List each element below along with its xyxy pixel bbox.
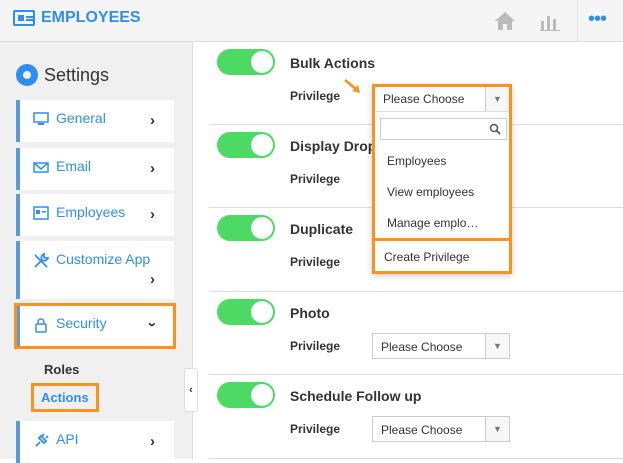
settings-heading: Settings (16, 64, 109, 86)
app-title: EMPLOYEES (13, 9, 141, 27)
row-title: Bulk Actions (290, 55, 376, 71)
sidebar-item-security[interactable]: Security › (14, 303, 176, 349)
chevron-right-icon: › (150, 206, 155, 223)
action-row-photo: Photo Privilege Please Choose ▼ (209, 292, 623, 375)
subitem-label: Actions (41, 390, 89, 405)
chevron-down-icon: › (144, 322, 161, 327)
monitor-icon (33, 112, 49, 125)
dropdown-search-input[interactable] (380, 118, 507, 140)
settings-title-text: Settings (44, 64, 110, 85)
sidebar-item-api[interactable]: API › (16, 421, 174, 463)
dropdown-option[interactable]: View employees (387, 185, 474, 199)
sidebar-item-label: Email (56, 158, 92, 174)
privilege-select[interactable]: Please Choose ▼ (372, 333, 510, 359)
sidebar-item-customize-app[interactable]: Customize App › (16, 241, 174, 299)
sidebar-item-label: API (56, 431, 79, 447)
collapse-sidebar-button[interactable]: ‹ (184, 368, 198, 412)
sidebar-item-email[interactable]: Email › (16, 148, 174, 190)
action-row-schedule-follow-up: Schedule Follow up Privilege Please Choo… (209, 375, 623, 459)
create-privilege-option[interactable]: Create Privilege (372, 238, 512, 274)
toggle-knob (251, 134, 273, 156)
chevron-right-icon: › (150, 271, 155, 288)
sidebar: Settings General › Email › Employees › C… (0, 42, 193, 463)
toggle-knob (251, 301, 273, 323)
home-icon[interactable] (490, 6, 520, 36)
toggle-knob (251, 217, 273, 239)
sidebar-item-label: Security (56, 315, 107, 331)
select-value: Please Choose (381, 423, 463, 437)
select-value: Please Choose (381, 340, 463, 354)
caret-down-icon: ▼ (485, 334, 509, 358)
privilege-label: Privilege (290, 172, 341, 186)
toggle-knob (251, 51, 273, 73)
privilege-label: Privilege (290, 255, 341, 269)
row-title: Schedule Follow up (290, 388, 422, 404)
bar-chart-icon[interactable] (535, 6, 565, 36)
subitem-label: Roles (44, 362, 80, 377)
search-icon (489, 123, 501, 135)
chevron-right-icon: › (150, 112, 155, 129)
row-title: Display Drop (290, 138, 377, 154)
app-title-text: EMPLOYEES (41, 9, 141, 26)
sidebar-item-label: Customize App (56, 251, 151, 267)
envelope-icon (33, 162, 49, 173)
chevron-right-icon: › (150, 160, 155, 177)
privilege-label: Privilege (290, 339, 341, 353)
sidebar-item-employees[interactable]: Employees › (16, 194, 174, 236)
sidebar-item-label: General (56, 110, 106, 126)
sidebar-item-label: Employees (56, 204, 126, 220)
row-title: Duplicate (290, 221, 354, 237)
toggle-switch[interactable] (217, 132, 275, 158)
plug-icon (35, 433, 49, 447)
top-bar: EMPLOYEES ••• (0, 0, 623, 42)
id-card-icon (33, 206, 49, 220)
privilege-select-open[interactable]: Please Choose ▼ (375, 87, 509, 112)
privilege-select[interactable]: Please Choose ▼ (372, 416, 510, 442)
select-value: Please Choose (383, 92, 465, 106)
privilege-label: Privilege (290, 89, 341, 103)
caret-down-icon: ▼ (485, 87, 509, 111)
privilege-dropdown: Please Choose ▼ Employees View employees… (372, 84, 512, 274)
sidebar-subitem-actions[interactable]: Actions (31, 383, 99, 412)
top-divider (577, 0, 578, 42)
create-privilege-label: Create Privilege (384, 250, 470, 264)
sidebar-item-general[interactable]: General › (16, 100, 174, 142)
wrench-icon (34, 253, 49, 268)
row-title: Photo (290, 305, 330, 321)
toggle-switch[interactable] (217, 215, 275, 241)
toggle-knob (251, 384, 273, 406)
dropdown-option[interactable]: Employees (387, 154, 446, 168)
id-card-icon (13, 10, 35, 26)
toggle-switch[interactable] (217, 299, 275, 325)
pointer-arrow-icon (344, 79, 360, 93)
toggle-switch[interactable] (217, 49, 275, 75)
toggle-switch[interactable] (217, 382, 275, 408)
chevron-right-icon: › (150, 433, 155, 450)
lock-icon (35, 318, 47, 333)
more-dots-icon[interactable]: ••• (588, 9, 607, 29)
privilege-label: Privilege (290, 422, 341, 436)
caret-down-icon: ▼ (485, 417, 509, 441)
sidebar-subitem-roles[interactable]: Roles (44, 362, 79, 377)
dropdown-option[interactable]: Manage emplo… (387, 216, 478, 230)
gear-icon (16, 64, 38, 86)
